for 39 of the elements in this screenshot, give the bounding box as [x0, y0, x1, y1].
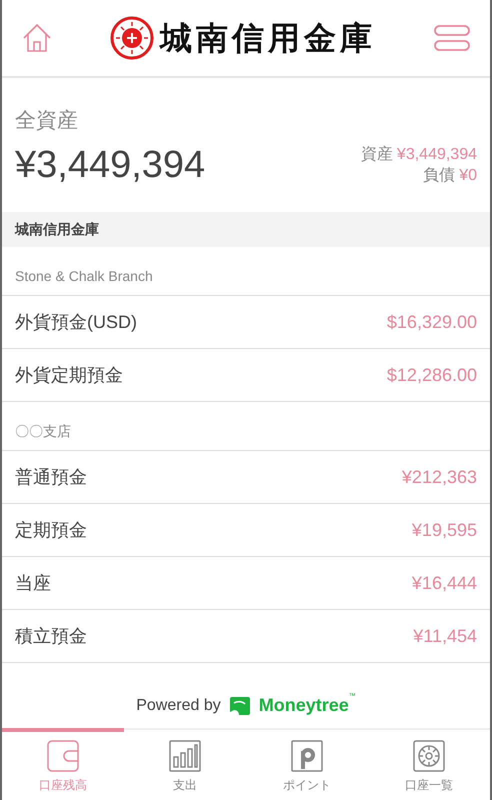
- account-balance: ¥19,595: [412, 518, 477, 542]
- account-balance: ¥11,454: [413, 624, 477, 648]
- tab[interactable]: 口座一覧: [368, 728, 490, 800]
- liabilities-label: 負債: [423, 166, 456, 186]
- moneytree-logo-icon: [228, 696, 251, 716]
- account-row[interactable]: 当座 ¥16,444: [2, 557, 490, 610]
- assets-amount: ¥3,449,394: [396, 145, 477, 165]
- account-row[interactable]: 外貨定期預金 $12,286.00: [2, 349, 490, 402]
- account-name: 積立預金: [15, 624, 87, 648]
- logo-text: 城南信用金庫: [160, 22, 376, 54]
- bar-chart-icon: [169, 740, 201, 772]
- tab[interactable]: 支出: [124, 728, 246, 800]
- dial-icon: [413, 740, 445, 772]
- emblem-icon: [110, 16, 154, 60]
- institution-name: 城南信用金庫: [15, 220, 99, 239]
- account-balance: ¥212,363: [402, 466, 477, 488]
- account-balance: $16,329.00: [386, 310, 477, 334]
- points-icon: [291, 740, 323, 772]
- account-name: 外貨定期預金: [15, 364, 123, 386]
- account-name: 外貨預金(USD): [15, 310, 137, 334]
- branch-name: 〇〇支店: [15, 422, 71, 441]
- account-name: 普通預金: [15, 466, 87, 488]
- summary-title: 全資産: [15, 108, 79, 134]
- total-amount: ¥3,449,394: [15, 143, 206, 188]
- account-name: 定期預金: [15, 518, 87, 542]
- account-row[interactable]: 定期預金 ¥19,595: [2, 504, 490, 557]
- account-name: 当座: [15, 572, 51, 594]
- assets-label: 資産: [360, 144, 393, 165]
- powered-by-text: Powered by: [136, 696, 221, 716]
- account-balance: ¥16,444: [412, 572, 477, 594]
- account-row[interactable]: 積立預金 ¥11,454: [2, 610, 490, 663]
- tab[interactable]: ポイント: [246, 728, 368, 800]
- wallet-icon: [47, 740, 79, 772]
- account-row[interactable]: 外貨預金(USD) $16,329.00: [2, 296, 490, 349]
- brand-name: Moneytree: [258, 694, 349, 717]
- account-balance: $12,286.00: [386, 364, 477, 386]
- liabilities-amount: ¥0: [459, 166, 477, 186]
- account-row[interactable]: 普通預金 ¥212,363: [2, 451, 490, 504]
- branch-name: Stone & Chalk Branch: [15, 267, 153, 286]
